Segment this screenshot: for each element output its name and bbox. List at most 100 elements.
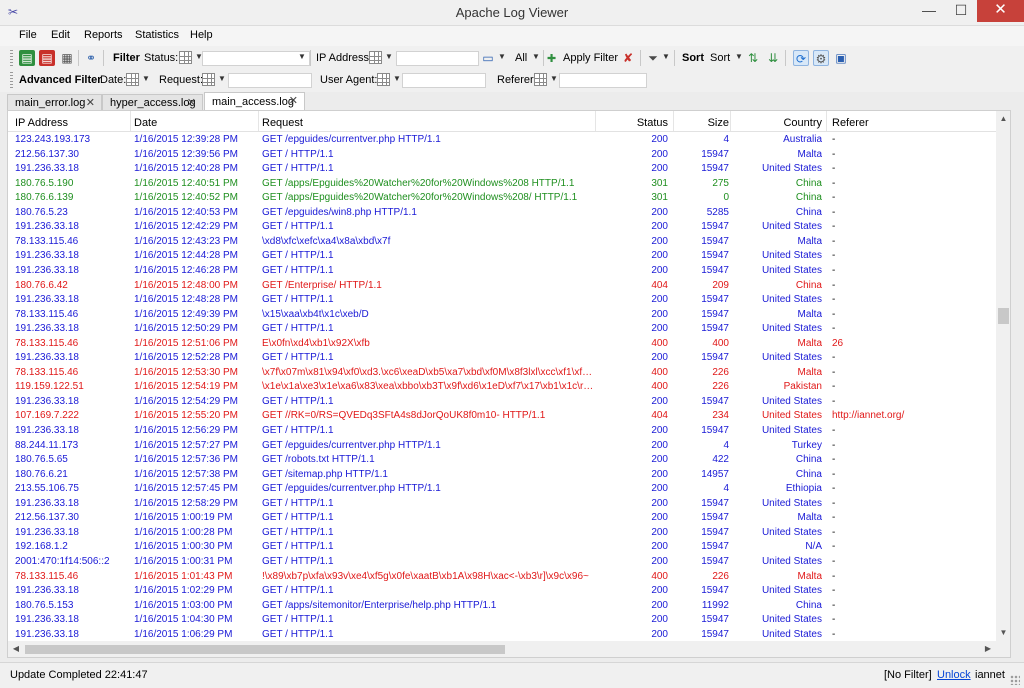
table-row[interactable]: 191.236.33.18 1/16/2015 1:02:29 PM GET / H… <box>8 584 996 599</box>
table-row[interactable]: 78.133.115.46 1/16/2015 12:53:30 PM \x7f\x… <box>8 366 996 381</box>
chevron-down-icon[interactable]: ▼ <box>662 52 670 61</box>
referer-grid-button[interactable]: ▼ <box>534 73 560 88</box>
table-row[interactable]: 191.236.33.18 1/16/2015 12:58:29 PM GET / … <box>8 497 996 512</box>
user-agent-filter-input[interactable] <box>402 73 486 88</box>
scroll-up-icon[interactable]: ▲ <box>996 111 1010 127</box>
all-dropdown[interactable]: All <box>515 52 527 64</box>
ip-grid-button[interactable]: ▼ <box>369 51 395 66</box>
tab-main-access-log[interactable]: main_access.log ✕ <box>204 92 305 111</box>
chevron-down-icon[interactable]: ▼ <box>498 52 506 61</box>
ip-address-input[interactable] <box>396 51 479 66</box>
menu-reports[interactable]: Reports <box>84 29 123 41</box>
table-row[interactable]: 212.56.137.30 1/16/2015 12:39:56 PM GET / … <box>8 148 996 163</box>
table-row[interactable]: 212.56.137.30 1/16/2015 1:00:19 PM GET / H… <box>8 511 996 526</box>
user-agent-grid-button[interactable]: ▼ <box>377 73 403 88</box>
toolbar-grip[interactable] <box>10 72 13 88</box>
column-header-country[interactable]: Country <box>732 117 822 129</box>
table-row[interactable]: 78.133.115.46 1/16/2015 12:51:06 PM E\x0fn… <box>8 337 996 352</box>
resize-grip[interactable] <box>1010 675 1020 685</box>
column-header-referer[interactable]: Referer <box>832 117 869 129</box>
tab-hyper-access-log[interactable]: hyper_access.log ✕ <box>102 94 203 110</box>
scroll-thumb[interactable] <box>998 308 1009 324</box>
unlock-link[interactable]: Unlock <box>937 669 971 681</box>
auto-refresh-icon[interactable]: ⚙ <box>813 50 829 66</box>
table-row[interactable]: 192.168.1.2 1/16/2015 1:00:30 PM GET / HTT… <box>8 540 996 555</box>
apply-filter-button[interactable]: Apply Filter <box>563 52 618 64</box>
table-row[interactable]: 180.76.6.21 1/16/2015 12:57:38 PM GET /sit… <box>8 468 996 483</box>
menu-edit[interactable]: Edit <box>51 29 70 41</box>
table-row[interactable]: 191.236.33.18 1/16/2015 12:42:29 PM GET / … <box>8 220 996 235</box>
sort-dropdown[interactable]: Sort <box>710 52 730 64</box>
refresh-icon[interactable]: ⟳ <box>793 50 809 66</box>
column-divider[interactable] <box>595 111 596 131</box>
maximize-button[interactable]: ☐ <box>946 0 976 22</box>
table-row[interactable]: 180.76.5.65 1/16/2015 12:57:36 PM GET /rob… <box>8 453 996 468</box>
scroll-down-icon[interactable]: ▼ <box>996 625 1010 641</box>
table-row[interactable]: 119.159.122.51 1/16/2015 12:54:19 PM \x1e\… <box>8 380 996 395</box>
export-icon[interactable]: ▣ <box>833 50 849 66</box>
table-row[interactable]: 78.133.115.46 1/16/2015 12:43:23 PM \xd8\x… <box>8 235 996 250</box>
chevron-down-icon[interactable]: ▼ <box>532 52 540 61</box>
close-icon[interactable]: ✕ <box>289 94 298 107</box>
table-row[interactable]: 191.236.33.18 1/16/2015 12:54:29 PM GET / … <box>8 395 996 410</box>
link-icon[interactable]: ⚭ <box>83 50 99 66</box>
table-row[interactable]: 191.236.33.18 1/16/2015 1:04:30 PM GET / H… <box>8 613 996 628</box>
table-row[interactable]: 213.55.106.75 1/16/2015 12:57:45 PM GET /e… <box>8 482 996 497</box>
close-icon[interactable]: ✕ <box>86 96 95 109</box>
delete-log-icon[interactable]: ▤ <box>39 50 55 66</box>
table-row[interactable]: 2001:470:1f14:506::2 1/16/2015 1:00:31 PM… <box>8 555 996 570</box>
close-icon[interactable]: ✕ <box>187 96 196 109</box>
menu-file[interactable]: File <box>19 29 37 41</box>
menu-help[interactable]: Help <box>190 29 213 41</box>
chevron-down-icon[interactable]: ▼ <box>735 52 743 61</box>
column-header-date[interactable]: Date <box>134 117 157 129</box>
document-icon[interactable]: ▦ <box>59 50 75 66</box>
column-divider[interactable] <box>730 111 731 131</box>
menu-statistics[interactable]: Statistics <box>135 29 179 41</box>
table-row[interactable]: 191.236.33.18 1/16/2015 12:52:28 PM GET / … <box>8 351 996 366</box>
table-row[interactable]: 191.236.33.18 1/16/2015 1:00:28 PM GET / H… <box>8 526 996 541</box>
open-log-icon[interactable]: ▤ <box>19 50 35 66</box>
column-header-request[interactable]: Request <box>262 117 303 129</box>
table-row[interactable]: 191.236.33.18 1/16/2015 12:50:29 PM GET / … <box>8 322 996 337</box>
table-row[interactable]: 191.236.33.18 1/16/2015 12:56:29 PM GET / … <box>8 424 996 439</box>
scroll-right-icon[interactable]: ▶ <box>980 641 996 657</box>
column-header-status[interactable]: Status <box>608 117 668 129</box>
table-row[interactable]: 180.76.6.42 1/16/2015 12:48:00 PM GET /Ent… <box>8 279 996 294</box>
horizontal-scrollbar[interactable]: ◀ ▶ <box>8 641 996 657</box>
sort-ascending-icon[interactable]: ⇅ <box>745 50 761 66</box>
vertical-scrollbar[interactable]: ▲ ▼ <box>996 111 1010 641</box>
funnel-icon[interactable]: ⏷ <box>645 50 661 66</box>
column-header-size[interactable]: Size <box>674 117 729 129</box>
column-divider[interactable] <box>130 111 131 131</box>
table-row[interactable]: 180.76.6.139 1/16/2015 12:40:52 PM GET /ap… <box>8 191 996 206</box>
chevron-down-icon[interactable]: ▼ <box>298 52 306 61</box>
column-divider[interactable] <box>826 111 827 131</box>
table-row[interactable]: 191.236.33.18 1/16/2015 12:48:28 PM GET / … <box>8 293 996 308</box>
toolbar-grip[interactable] <box>10 50 13 66</box>
close-button[interactable]: ✕ <box>977 0 1024 22</box>
table-row[interactable]: 88.244.11.173 1/16/2015 12:57:27 PM GET /e… <box>8 439 996 454</box>
request-grid-button[interactable]: ▼ <box>202 73 228 88</box>
table-row[interactable]: 180.76.5.190 1/16/2015 12:40:51 PM GET /ap… <box>8 177 996 192</box>
table-row[interactable]: 191.236.33.18 1/16/2015 12:46:28 PM GET / … <box>8 264 996 279</box>
table-row[interactable]: 180.76.5.23 1/16/2015 12:40:53 PM GET /epg… <box>8 206 996 221</box>
sort-descending-icon[interactable]: ⇊ <box>765 50 781 66</box>
scroll-thumb[interactable] <box>25 645 505 654</box>
request-filter-input[interactable] <box>228 73 312 88</box>
referer-filter-input[interactable] <box>559 73 647 88</box>
tab-main-error-log[interactable]: main_error.log ✕ <box>7 94 102 110</box>
table-row[interactable]: 123.243.193.173 1/16/2015 12:39:28 PM GET … <box>8 133 996 148</box>
scroll-left-icon[interactable]: ◀ <box>8 641 24 657</box>
minimize-button[interactable]: — <box>914 0 944 22</box>
table-row[interactable]: 191.236.33.18 1/16/2015 12:44:28 PM GET / … <box>8 249 996 264</box>
table-row[interactable]: 78.133.115.46 1/16/2015 1:01:43 PM !\x89\x… <box>8 570 996 585</box>
table-row[interactable]: 191.236.33.18 1/16/2015 12:40:28 PM GET / … <box>8 162 996 177</box>
table-row[interactable]: 180.76.5.153 1/16/2015 1:03:00 PM GET /app… <box>8 599 996 614</box>
column-divider[interactable] <box>258 111 259 131</box>
ip-range-icon[interactable]: ▭ <box>480 50 496 66</box>
clear-filter-icon[interactable]: ✘ <box>620 50 636 66</box>
table-row[interactable]: 107.169.7.222 1/16/2015 12:55:20 PM GET //… <box>8 409 996 424</box>
status-filter-combo[interactable] <box>202 51 310 66</box>
column-header-ip[interactable]: IP Address <box>15 117 68 129</box>
